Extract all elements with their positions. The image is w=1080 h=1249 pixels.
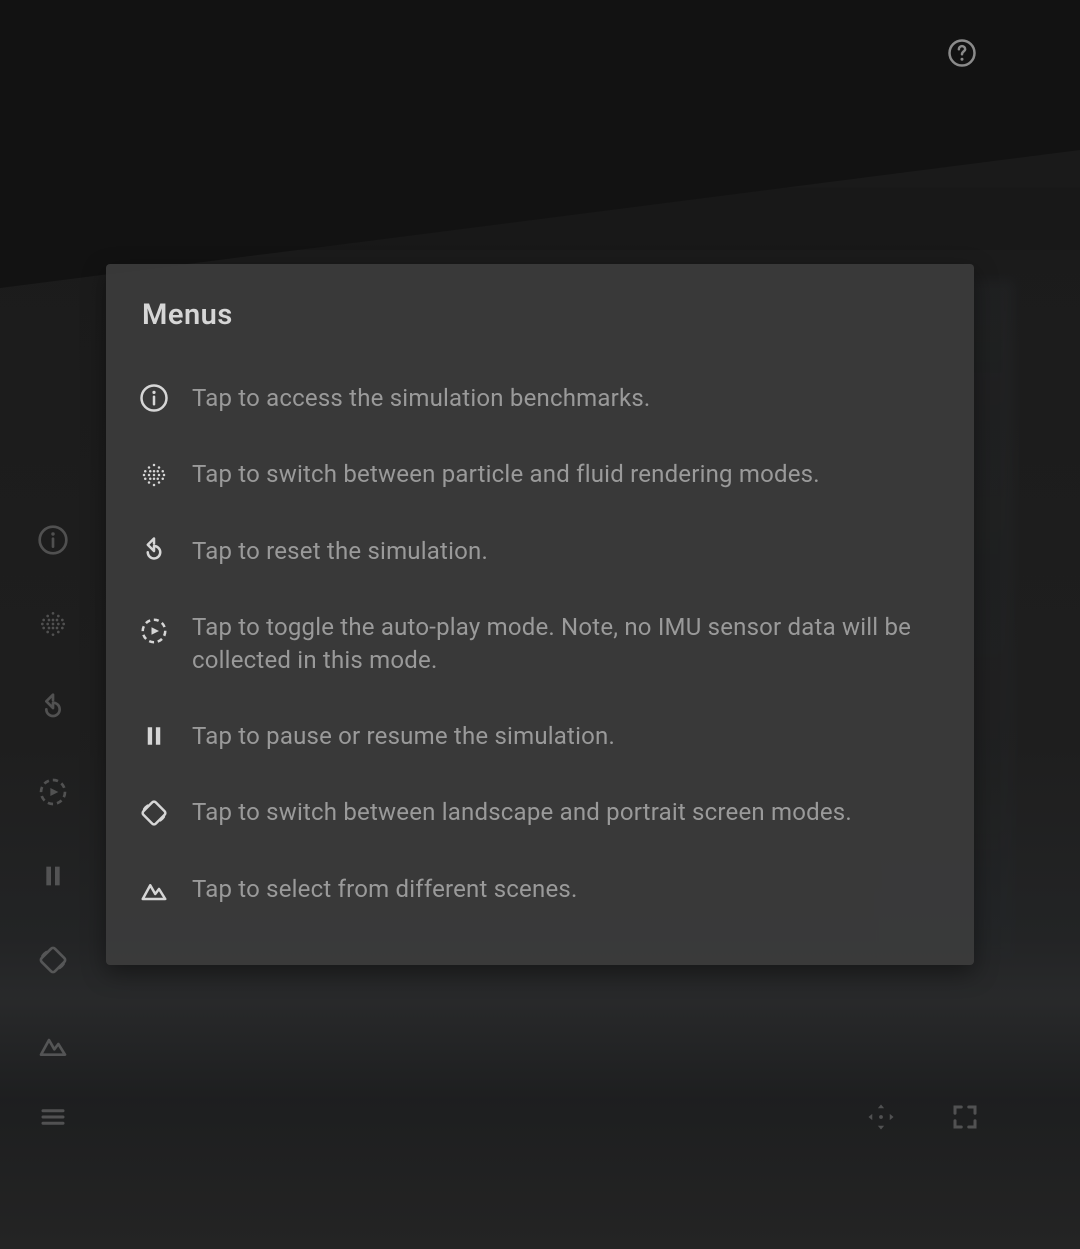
move-icon [866, 1102, 896, 1132]
particles-icon [37, 608, 69, 640]
rotate-icon [37, 944, 69, 976]
menu-text: Tap to select from different scenes. [192, 873, 577, 905]
menu-text: Tap to toggle the auto-play mode. Note, … [192, 611, 942, 676]
move-button[interactable] [864, 1100, 898, 1134]
menu-text: Tap to pause or resume the simulation. [192, 720, 615, 752]
sidebar-particles-button[interactable] [36, 607, 70, 641]
info-icon [138, 382, 170, 414]
menu-text: Tap to reset the simulation. [192, 535, 488, 567]
scene-icon [138, 873, 170, 905]
menu-text: Tap to access the simulation benchmarks. [192, 382, 650, 414]
fullscreen-button[interactable] [948, 1100, 982, 1134]
popover-title: Menus [142, 298, 942, 332]
reset-icon [37, 692, 69, 724]
sidebar-autoplay-button[interactable] [36, 775, 70, 809]
bottom-bar-right [864, 1100, 982, 1134]
scene-icon [37, 1028, 69, 1060]
sidebar-rotate-button[interactable] [36, 943, 70, 977]
help-button[interactable] [947, 38, 977, 68]
menu-row-pause[interactable]: Tap to pause or resume the simulation. [138, 698, 942, 774]
menu-row-orientation[interactable]: Tap to switch between landscape and port… [138, 774, 942, 850]
reset-icon [138, 535, 170, 567]
sidebar-reset-button[interactable] [36, 691, 70, 725]
menu-text: Tap to switch between particle and fluid… [192, 458, 820, 490]
menu-row-benchmarks[interactable]: Tap to access the simulation benchmarks. [138, 360, 942, 436]
sidebar-pause-button[interactable] [36, 859, 70, 893]
menus-popover: Menus Tap to access the simulation bench… [106, 264, 974, 965]
help-icon [947, 38, 977, 68]
rotate-icon [138, 797, 170, 829]
menu-button[interactable] [36, 1100, 70, 1134]
menu-row-rendermode[interactable]: Tap to switch between particle and fluid… [138, 436, 942, 512]
menu-row-reset[interactable]: Tap to reset the simulation. [138, 513, 942, 589]
sidebar-scene-button[interactable] [36, 1027, 70, 1061]
bottom-bar-left [36, 1100, 70, 1134]
menu-icon [38, 1102, 68, 1132]
sidebar-info-button[interactable] [36, 523, 70, 557]
autoplay-icon [37, 776, 69, 808]
pause-icon [37, 860, 69, 892]
pause-icon [138, 720, 170, 752]
sidebar [36, 523, 70, 1061]
fullscreen-icon [950, 1102, 980, 1132]
autoplay-icon [138, 615, 170, 647]
menu-text: Tap to switch between landscape and port… [192, 796, 852, 828]
info-icon [37, 524, 69, 556]
menu-row-autoplay[interactable]: Tap to toggle the auto-play mode. Note, … [138, 589, 942, 698]
menu-row-scene[interactable]: Tap to select from different scenes. [138, 851, 942, 927]
particles-icon [138, 459, 170, 491]
